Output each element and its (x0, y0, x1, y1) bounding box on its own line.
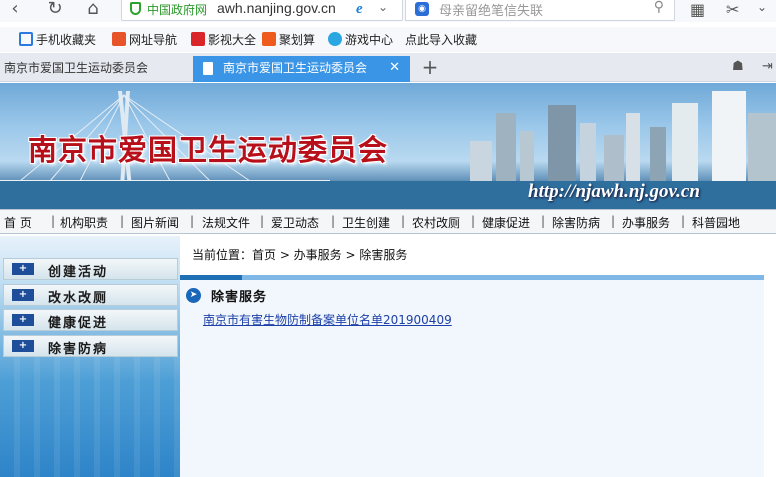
bookmark-import[interactable]: 点此导入收藏 (405, 31, 477, 47)
video-icon (191, 32, 205, 46)
nav-icon (112, 32, 126, 46)
scissors-icon[interactable]: ✂ (726, 0, 746, 19)
bookmark-video[interactable]: 影视大全 (191, 31, 256, 47)
juhuasuan-icon (262, 32, 276, 46)
nav-item-services[interactable]: 办事服务 (622, 214, 670, 231)
bookmark-mobile-favorites[interactable]: 手机收藏夹 (19, 31, 96, 47)
home-icon[interactable]: ⌂ (82, 0, 104, 20)
nav-item-news[interactable]: 爱卫动态 (271, 214, 319, 231)
arrow-circle-icon: ➤ (186, 288, 201, 303)
bookmark-label: 游戏中心 (345, 33, 394, 47)
banner-url: http://njawh.nj.gov.cn (528, 181, 700, 202)
sidebar-item-pest-control[interactable]: + 除害防病 (3, 335, 178, 357)
sidebar-item-label: 创建活动 (48, 265, 109, 280)
gov-badge: 中国政府网 (147, 3, 208, 17)
apps-grid-icon[interactable]: ▦ (690, 0, 710, 19)
address-bar[interactable]: 中国政府网 awh.nanjing.gov.cn e ⌄ (121, 0, 403, 21)
tab-inactive[interactable]: 南京市爱国卫生运动委员会 (0, 56, 186, 82)
nav-separator: | (190, 214, 195, 228)
document-link[interactable]: 南京市有害生物防制备案单位名单201900409 (203, 311, 452, 328)
nav-item-duties[interactable]: 机构职责 (60, 214, 108, 231)
nav-separator: | (541, 214, 546, 228)
tab-label: 南京市爱国卫生运动委员会 (4, 61, 149, 75)
sidebar-decoration (0, 356, 180, 477)
sidebar-item-water-toilets[interactable]: + 改水改厕 (3, 284, 178, 306)
plus-icon: + (12, 314, 34, 326)
close-icon[interactable]: ✕ (389, 56, 400, 80)
shield-icon (130, 2, 141, 15)
search-input[interactable]: 母亲留绝笔信失联 (439, 0, 543, 19)
sidebar-item-label: 健康促进 (48, 316, 109, 331)
sidebar-item-label: 除害防病 (48, 342, 109, 357)
bookmark-label: 聚划算 (279, 33, 316, 47)
nav-item-pest[interactable]: 除害防病 (552, 214, 600, 231)
sidebar-toggle-icon[interactable]: ⇥ (762, 59, 776, 75)
section-title: 除害服务 (211, 290, 268, 305)
nav-separator: | (611, 214, 616, 228)
breadcrumb: 当前位置：首页 > 办事服务 > 除害服务 (192, 248, 408, 262)
site-banner: 南京市爱国卫生运动委员会 http://njawh.nj.gov.cn (0, 83, 776, 209)
sidebar-item-health[interactable]: + 健康促进 (3, 309, 178, 331)
nav-item-home[interactable]: 首 页 (4, 214, 32, 231)
content-panel: ➤ 除害服务 南京市有害生物防制备案单位名单201900409 (180, 280, 764, 477)
plus-icon: + (12, 340, 34, 352)
nav-separator: | (681, 214, 686, 228)
nav-separator: | (260, 214, 265, 228)
main-content: 当前位置：首页 > 办事服务 > 除害服务 ➤ 除害服务 南京市有害生物防制备案… (180, 236, 764, 477)
page-margin (764, 236, 776, 477)
bookmark-juhuasuan[interactable]: 聚划算 (262, 31, 315, 47)
tab-strip: 南京市爱国卫生运动委员会 南京市爱国卫生运动委员会 ✕ + ☗ ⇥ (0, 53, 776, 82)
nav-item-science[interactable]: 科普园地 (692, 214, 740, 231)
bookmark-label: 手机收藏夹 (36, 33, 97, 47)
bookmark-icon (19, 32, 33, 46)
page-icon (203, 62, 213, 75)
nav-separator: | (331, 214, 336, 228)
nav-separator: | (51, 214, 56, 228)
address-url[interactable]: awh.nanjing.gov.cn (217, 0, 336, 16)
bookmark-label: 影视大全 (208, 33, 257, 47)
bookmark-label: 点此导入收藏 (405, 33, 478, 47)
nav-item-photo-news[interactable]: 图片新闻 (131, 214, 179, 231)
site-nav: 首 页 | 机构职责 | 图片新闻 | 法规文件 | 爱卫动态 | 卫生创建 |… (0, 209, 776, 234)
back-icon[interactable]: ‹ (4, 0, 26, 20)
chevron-down-icon[interactable]: ⌄ (378, 0, 388, 14)
tab-active[interactable]: 南京市爱国卫生运动委员会 ✕ (193, 56, 410, 82)
plus-icon: + (12, 289, 34, 301)
refresh-icon[interactable]: ↻ (44, 0, 66, 20)
browser-toolbar: ‹ ↻ ⌂ 中国政府网 awh.nanjing.gov.cn e ⌄ ◉ 母亲留… (0, 0, 776, 22)
bookmark-url-nav[interactable]: 网址导航 (112, 31, 177, 47)
bookmark-game-center[interactable]: 游戏中心 (328, 31, 393, 47)
nav-separator: | (120, 214, 125, 228)
chevron-down-icon[interactable]: ⌄ (757, 0, 773, 18)
ie-engine-icon[interactable]: e (356, 1, 363, 18)
sidebar-item-label: 改水改厕 (48, 291, 109, 306)
game-icon (328, 32, 342, 46)
plus-icon: + (12, 263, 34, 275)
nav-separator: | (471, 214, 476, 228)
nav-item-sanitation[interactable]: 卫生创建 (342, 214, 390, 231)
tab-label: 南京市爱国卫生运动委员会 (223, 61, 368, 75)
bookmarks-bar: 手机收藏夹 网址导航 影视大全 聚划算 游戏中心 点此导入收藏 (0, 27, 776, 52)
bookmark-label: 网址导航 (129, 33, 178, 47)
sidebar-item-campaigns[interactable]: + 创建活动 (3, 258, 178, 280)
restore-tab-icon[interactable]: ☗ (732, 59, 748, 75)
baidu-paw-icon: ◉ (415, 2, 429, 16)
banner-title: 南京市爱国卫生运动委员会 (28, 133, 389, 167)
new-tab-icon[interactable]: + (420, 57, 440, 77)
nav-item-toilets[interactable]: 农村改厕 (412, 214, 460, 231)
search-icon[interactable]: ⚲ (654, 0, 664, 15)
nav-item-regulations[interactable]: 法规文件 (202, 214, 250, 231)
nav-item-health[interactable]: 健康促进 (482, 214, 530, 231)
search-box[interactable]: ◉ 母亲留绝笔信失联 ⚲ (405, 0, 675, 21)
left-sidebar: + 创建活动 + 改水改厕 + 健康促进 + 除害防病 (0, 236, 180, 477)
nav-separator: | (401, 214, 406, 228)
